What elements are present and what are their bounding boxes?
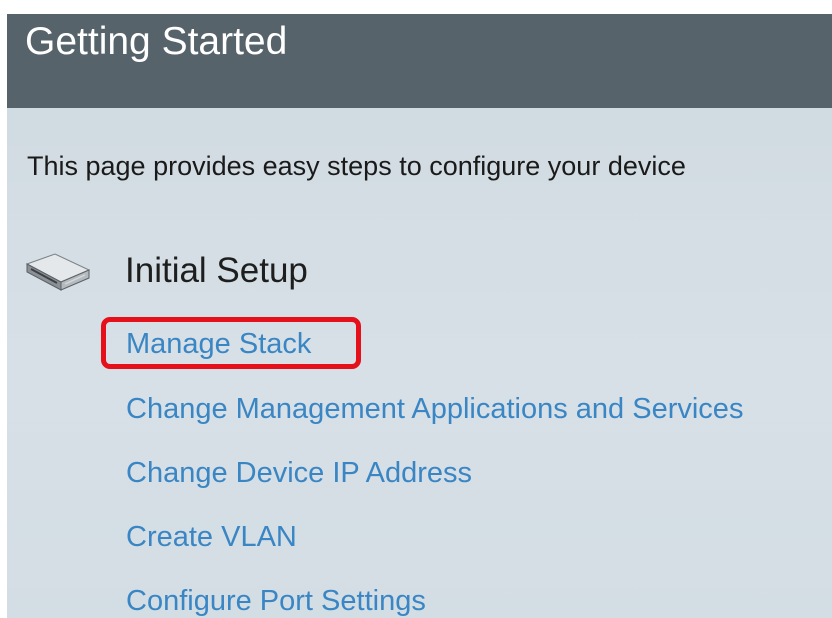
change-device-ip-address-link[interactable]: Change Device IP Address <box>126 455 472 491</box>
getting-started-panel: Getting Started This page provides easy … <box>7 14 832 618</box>
manage-stack-link[interactable]: Manage Stack <box>126 326 311 362</box>
page-title: Getting Started <box>25 20 288 63</box>
change-management-applications-link[interactable]: Change Management Applications and Servi… <box>126 391 743 427</box>
section-title-initial-setup: Initial Setup <box>125 251 308 290</box>
create-vlan-link[interactable]: Create VLAN <box>126 519 297 555</box>
network-switch-icon <box>25 253 91 291</box>
page-header: Getting Started <box>7 14 832 108</box>
configure-port-settings-link[interactable]: Configure Port Settings <box>126 583 426 618</box>
intro-text: This page provides easy steps to configu… <box>27 151 686 181</box>
